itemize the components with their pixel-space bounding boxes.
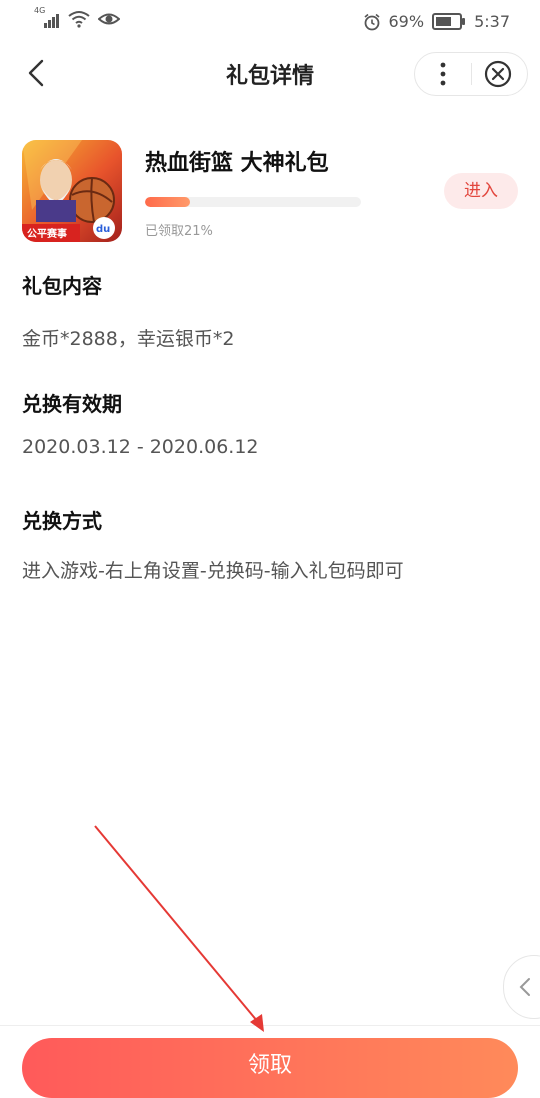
status-bar: 4G 69% 5:37 [0,0,540,44]
network-type-label: 4G [34,6,46,15]
cellular-signal-icon: 4G [34,6,60,28]
chevron-left-icon [519,978,530,996]
clock-time: 5:37 [474,12,510,31]
redeem-method-heading: 兑换方式 [22,509,102,533]
navigation-bar: 礼包详情 [0,44,540,104]
battery-percent: 69% [388,12,425,31]
icon-badge-text: 公平赛事 [27,227,67,240]
battery-icon [432,13,466,30]
redeem-method-text: 进入游戏-右上角设置-兑换码-输入礼包码即可 [22,560,404,582]
side-drawer-tab[interactable] [503,955,540,1019]
claimed-percent-text: 已领取21% [145,224,213,239]
gift-title: 热血街篮 大神礼包 [145,151,329,176]
close-circle-icon [484,60,512,88]
wifi-icon [68,11,90,28]
status-left-icons: 4G [34,6,120,28]
game-icon[interactable]: 公平赛事 du [22,140,122,242]
icon-brand-text: du [96,224,110,235]
bottom-divider [0,1025,540,1026]
claim-button[interactable]: 领取 [22,1038,518,1098]
claim-progress-bar [145,197,361,207]
gift-content-heading: 礼包内容 [22,274,102,298]
enter-game-button[interactable]: 进入 [444,173,518,209]
eye-comfort-icon [98,13,120,25]
capsule-divider [471,63,472,85]
validity-heading: 兑换有效期 [22,392,122,416]
more-vertical-icon [440,62,446,86]
alarm-icon [363,13,380,30]
gift-content-text: 金币*2888，幸运银币*2 [22,328,235,350]
close-button[interactable] [483,59,513,89]
status-right-icons: 69% 5:37 [363,12,510,31]
mini-program-capsule [414,52,528,96]
more-button[interactable] [431,59,455,89]
claim-progress-fill [145,197,191,207]
validity-text: 2020.03.12 - 2020.06.12 [22,436,259,458]
